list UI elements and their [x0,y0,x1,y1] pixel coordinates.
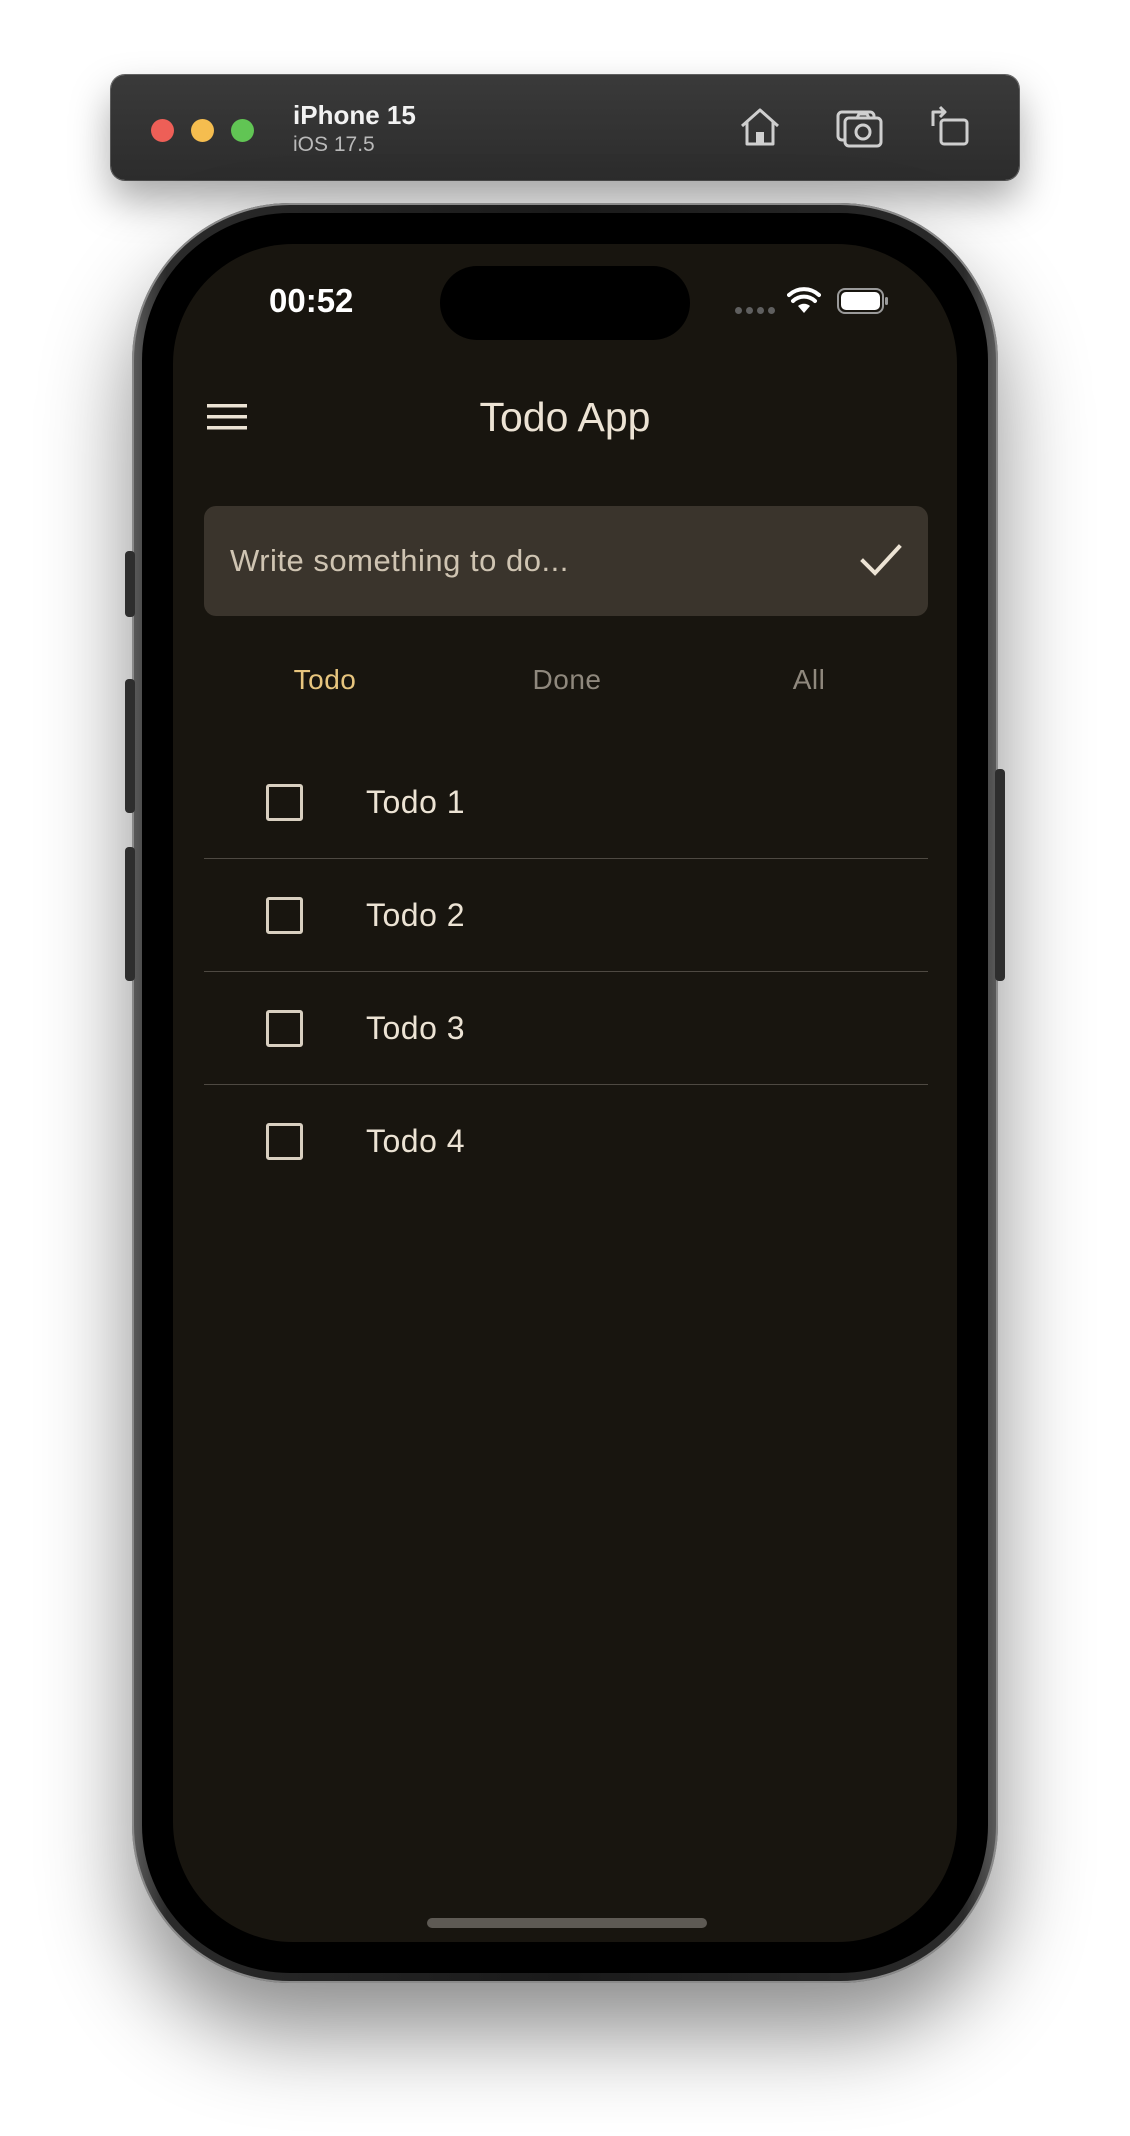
simulator-toolbar: iPhone 15 iOS 17.5 [111,75,1019,180]
minimize-window-button[interactable] [191,119,214,142]
todo-checkbox[interactable] [266,1010,303,1047]
tab-todo[interactable]: Todo [204,664,446,696]
todo-checkbox[interactable] [266,784,303,821]
app-title: Todo App [479,394,651,440]
home-indicator[interactable] [427,1918,707,1928]
wifi-icon [787,287,821,313]
new-todo-field[interactable] [204,506,928,616]
screenshot-icon[interactable] [835,102,885,152]
tab-all[interactable]: All [688,664,930,696]
phone-screen: 00:52 Todo App Todo [173,244,957,1942]
todo-list: Todo 1 Todo 2 Todo 3 Todo 4 [204,746,928,1198]
volume-down-button [125,847,135,981]
device-name: iPhone 15 [293,100,416,130]
close-window-button[interactable] [151,119,174,142]
cellular-signal-icon [735,307,775,314]
zoom-window-button[interactable] [231,119,254,142]
check-icon[interactable] [860,542,902,578]
home-icon[interactable] [735,102,785,152]
volume-up-button [125,679,135,813]
todo-item[interactable]: Todo 2 [204,859,928,972]
action-button [125,551,135,617]
new-todo-input[interactable] [228,506,808,616]
dynamic-island [440,266,690,340]
todo-checkbox[interactable] [266,897,303,934]
device-os-version: iOS 17.5 [293,133,375,156]
todo-item[interactable]: Todo 1 [204,746,928,859]
todo-label: Todo 2 [366,897,466,933]
status-time: 00:52 [269,282,354,319]
tab-done[interactable]: Done [446,664,688,696]
todo-item[interactable]: Todo 4 [204,1085,928,1198]
power-button [995,769,1005,981]
battery-icon [837,288,888,314]
todo-checkbox[interactable] [266,1123,303,1160]
todo-item[interactable]: Todo 3 [204,972,928,1085]
rotate-icon[interactable] [925,102,975,152]
todo-label: Todo 3 [366,1010,466,1046]
phone-frame: 00:52 Todo App Todo [125,203,1005,1983]
todo-label: Todo 1 [366,784,466,820]
todo-label: Todo 4 [366,1123,466,1159]
